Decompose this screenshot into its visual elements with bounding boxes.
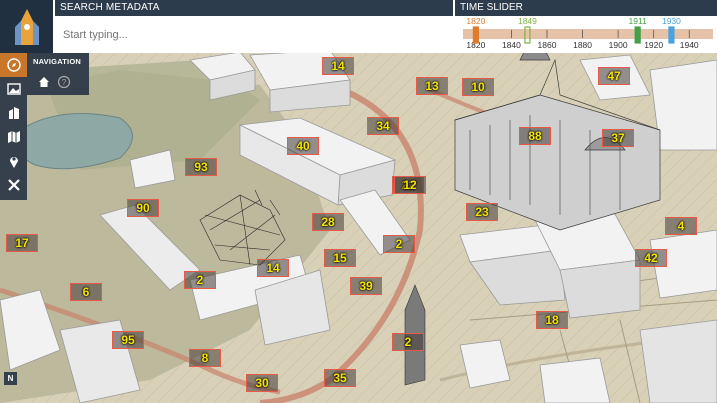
cluster-count: 10: [471, 80, 485, 94]
cathedral-logo-icon: [14, 8, 39, 45]
photo-cluster-marker[interactable]: 88: [519, 127, 551, 145]
photo-cluster-marker[interactable]: 42: [635, 249, 667, 267]
help-icon: ?: [57, 75, 71, 89]
cluster-count: 28: [321, 215, 335, 229]
cluster-count: 37: [611, 131, 625, 145]
cluster-count: 15: [333, 251, 347, 265]
top-bar: SEARCH METADATA TIME SLIDER 1820 1840 1860…: [0, 0, 717, 53]
photo-cluster-marker[interactable]: 90: [127, 199, 159, 217]
photo-cluster-marker[interactable]: 37: [602, 129, 634, 147]
slider-marker-label: 1930: [662, 16, 681, 26]
slider-marker-label: 1911: [629, 16, 648, 26]
cluster-count: 93: [194, 160, 208, 174]
slider-marker-label: 1820: [466, 16, 485, 26]
cluster-count: 14: [331, 59, 345, 73]
map-3d-view[interactable]: 14 13 10 47 34 40 88 37 93 2 2 90 12 23 17 28 4 14 15 2 42 6 3…: [0, 0, 717, 403]
search-input[interactable]: [55, 18, 453, 52]
navigation-panel: NAVIGATION ?: [27, 53, 89, 95]
map-icon: [7, 131, 20, 143]
cluster-count: 30: [255, 376, 269, 390]
photo-cluster-marker[interactable]: 14: [257, 259, 289, 277]
slider-marker-label: 1849: [518, 16, 537, 26]
cluster-count: 2: [196, 273, 204, 287]
cluster-count: 35: [333, 371, 347, 385]
cluster-count: 95: [121, 333, 135, 347]
slider-tick-label: 1860: [538, 40, 557, 50]
compass-icon: [6, 58, 21, 72]
cluster-count: 8: [201, 351, 209, 365]
photo-cluster-marker[interactable]: 2: [383, 235, 415, 253]
slider-marker-handle[interactable]: [472, 26, 479, 44]
cluster-count: 13: [425, 79, 439, 93]
cluster-count: 12: [403, 178, 417, 192]
north-indicator: N: [4, 372, 17, 385]
time-slider[interactable]: 1820 1840 1860 1880 1900 1920 1940 1820 1849 1911…: [455, 16, 717, 53]
photo-cluster-marker[interactable]: 14: [322, 57, 354, 75]
cluster-count: 2: [404, 335, 412, 349]
cluster-count: 47: [607, 69, 621, 83]
home-icon: [39, 77, 49, 87]
cluster-count: 6: [82, 285, 90, 299]
help-button[interactable]: ?: [56, 74, 72, 90]
photo-cluster-marker[interactable]: 2: [392, 333, 424, 351]
photo-cluster-marker[interactable]: 23: [466, 203, 498, 221]
tools-icon: [7, 179, 20, 191]
building-icon: [8, 107, 19, 119]
location-tool-button[interactable]: [0, 149, 27, 173]
photo-cluster-marker[interactable]: 95: [112, 331, 144, 349]
photo-cluster-marker[interactable]: 2: [184, 271, 216, 289]
photo-cluster-marker[interactable]: 40: [287, 137, 319, 155]
photo-cluster-marker[interactable]: 4: [665, 217, 697, 235]
buildings-tool-button[interactable]: [0, 101, 27, 125]
photo-cluster-marker[interactable]: 13: [416, 77, 448, 95]
slider-tick-label: 1840: [502, 40, 521, 50]
search-metadata-header: SEARCH METADATA: [55, 0, 453, 16]
cluster-count: 2: [395, 237, 403, 251]
slider-tick-label: 1880: [573, 40, 592, 50]
photo-cluster-marker[interactable]: 28: [312, 213, 344, 231]
photo-cluster-marker[interactable]: 12: [394, 176, 426, 194]
cluster-count: 88: [528, 129, 542, 143]
cluster-count: 17: [15, 236, 29, 250]
photo-cluster-marker[interactable]: 34: [367, 117, 399, 135]
navigation-title: NAVIGATION: [33, 57, 81, 66]
slider-marker-handle[interactable]: [634, 26, 641, 44]
cluster-count: 18: [545, 313, 559, 327]
tools-tool-button[interactable]: [0, 173, 27, 197]
home-button[interactable]: [36, 74, 52, 90]
slider-tick-label: 1940: [680, 40, 699, 50]
photo-cluster-marker[interactable]: 39: [350, 277, 382, 295]
cluster-count: 40: [296, 139, 310, 153]
slider-marker-handle[interactable]: [668, 26, 675, 44]
photo-cluster-marker[interactable]: 35: [324, 369, 356, 387]
image-icon: [6, 83, 21, 95]
cluster-count: 39: [359, 279, 373, 293]
city-map-scene[interactable]: [0, 0, 717, 403]
slider-tick-label: 1900: [609, 40, 628, 50]
map-tool-button[interactable]: [0, 125, 27, 149]
location-pin-icon: [9, 157, 18, 168]
photo-cluster-marker[interactable]: 30: [246, 374, 278, 392]
slider-tick-label: 1920: [644, 40, 663, 50]
images-tool-button[interactable]: [0, 77, 27, 101]
compass-tool-button[interactable]: [0, 53, 27, 77]
left-toolbar: [0, 53, 27, 200]
photo-cluster-marker[interactable]: 47: [598, 67, 630, 85]
cluster-count: 90: [136, 201, 150, 215]
photo-cluster-marker[interactable]: 6: [70, 283, 102, 301]
photo-cluster-marker[interactable]: 17: [6, 234, 38, 252]
photo-cluster-marker[interactable]: 18: [536, 311, 568, 329]
svg-text:?: ?: [62, 78, 67, 87]
cluster-count: 42: [644, 251, 658, 265]
photo-cluster-marker[interactable]: 93: [185, 158, 217, 176]
cluster-count: 14: [266, 261, 280, 275]
cluster-count: 4: [677, 219, 685, 233]
photo-cluster-marker[interactable]: 15: [324, 249, 356, 267]
photo-cluster-marker[interactable]: 10: [462, 78, 494, 96]
time-slider-header: TIME SLIDER: [455, 0, 717, 16]
cluster-count: 34: [376, 119, 390, 133]
cluster-count: 23: [475, 205, 489, 219]
app-logo[interactable]: [0, 0, 53, 53]
photo-cluster-marker[interactable]: 8: [189, 349, 221, 367]
